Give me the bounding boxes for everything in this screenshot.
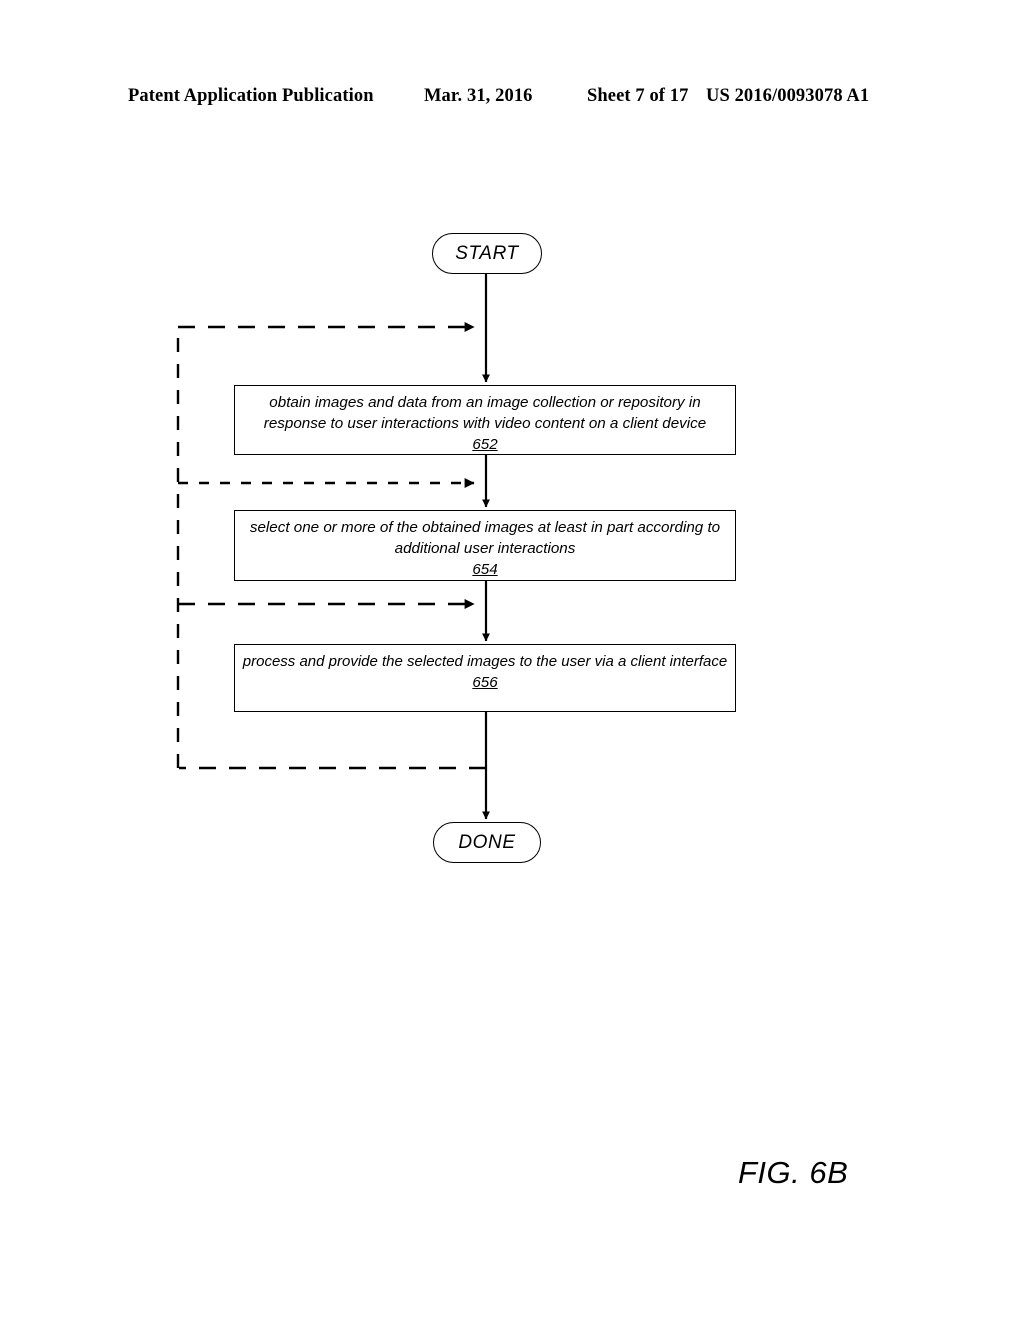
step-656-text: process and provide the selected images … <box>242 653 728 670</box>
flowchart-node-done: DONE <box>433 822 541 863</box>
flowchart-step-656: process and provide the selected images … <box>234 644 736 712</box>
step-654-reference-number: 654 <box>472 561 498 578</box>
flowchart-step-654: select one or more of the obtained image… <box>234 510 736 581</box>
step-654-text: select one or more of the obtained image… <box>249 519 721 557</box>
step-652-reference-number: 652 <box>472 436 498 453</box>
step-656-reference-number: 656 <box>472 674 498 691</box>
step-652-text: obtain images and data from an image col… <box>263 394 707 432</box>
node-done-label: DONE <box>458 831 516 853</box>
figure-caption: FIG. 6B <box>738 1155 849 1190</box>
node-start-label: START <box>455 242 519 264</box>
flowchart-figure: START obtain images and data from an ima… <box>0 0 1024 1320</box>
flowchart-step-652: obtain images and data from an image col… <box>234 385 736 455</box>
flowchart-node-start: START <box>432 233 542 274</box>
